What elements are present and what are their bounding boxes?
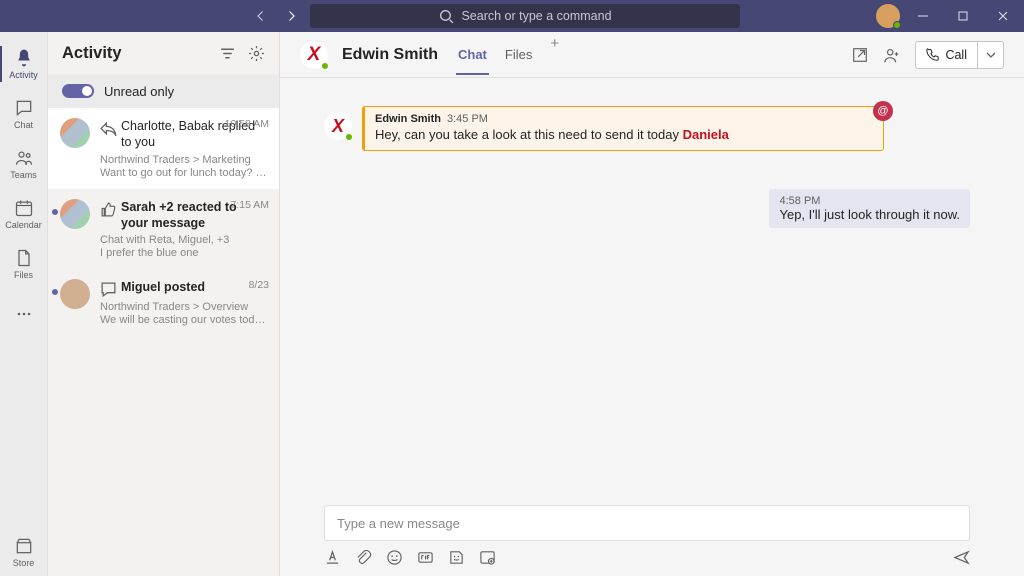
- contact-initial: X: [308, 44, 321, 66]
- tab-files[interactable]: Files: [505, 35, 532, 74]
- incoming-message[interactable]: X @ Edwin Smith3:45 PM Hey, can you take…: [324, 106, 884, 151]
- add-tab-button[interactable]: +: [550, 35, 559, 74]
- rail-label: Calendar: [5, 220, 42, 230]
- more-apps-icon[interactable]: [479, 549, 496, 566]
- title-bar: Search or type a command: [0, 0, 1024, 32]
- more-icon: [14, 304, 34, 324]
- reply-icon: [100, 120, 117, 137]
- calendar-icon: [14, 198, 34, 218]
- activity-avatar: [60, 199, 90, 229]
- compose-input[interactable]: Type a new message: [324, 505, 970, 541]
- search-placeholder: Search or type a command: [461, 9, 611, 23]
- chat-icon: [14, 98, 34, 118]
- call-button[interactable]: Call: [915, 41, 978, 69]
- call-dropdown[interactable]: [978, 41, 1004, 69]
- message-time: 4:58 PM: [779, 195, 960, 207]
- add-people-icon[interactable]: [883, 46, 901, 64]
- teams-icon: [14, 148, 34, 168]
- rail-label: Chat: [14, 120, 33, 130]
- compose-placeholder: Type a new message: [337, 516, 460, 531]
- popout-icon[interactable]: [851, 46, 869, 64]
- message-text: Yep, I'll just look through it now.: [779, 207, 960, 222]
- post-icon: [100, 281, 117, 298]
- activity-item[interactable]: Charlotte, Babak replied to you Northwin…: [48, 108, 279, 189]
- window-maximize-button[interactable]: [946, 0, 980, 32]
- window-minimize-button[interactable]: [906, 0, 940, 32]
- search-input[interactable]: Search or type a command: [310, 4, 740, 28]
- message-bubble: @ Edwin Smith3:45 PM Hey, can you take a…: [362, 106, 884, 151]
- message-list: X @ Edwin Smith 3:45 PM Hey, can you take…: [280, 78, 1024, 505]
- file-icon: [14, 248, 34, 268]
- chat-header: X Edwin Smith Chat Files + Call: [280, 32, 1024, 78]
- settings-icon[interactable]: [248, 45, 265, 62]
- rail-label: Activity: [9, 70, 38, 80]
- unread-toggle-label: Unread only: [104, 84, 174, 99]
- nav-back-button[interactable]: [250, 5, 272, 27]
- presence-dot: [321, 62, 329, 70]
- send-button[interactable]: [953, 549, 970, 566]
- emoji-icon[interactable]: [386, 549, 403, 566]
- activity-sub: Northwind Traders > Overview: [100, 301, 267, 313]
- activity-time: 7:15 AM: [230, 199, 269, 211]
- unread-indicator: [52, 289, 58, 295]
- tab-chat[interactable]: Chat: [458, 35, 487, 74]
- unread-filter-row: Unread only: [48, 74, 279, 108]
- contact-name: Edwin Smith: [342, 46, 438, 64]
- activity-panel: Activity Unread only Charlotte, Babak re…: [48, 32, 280, 576]
- activity-avatar: [60, 118, 90, 148]
- contact-avatar[interactable]: X: [300, 41, 328, 69]
- chevron-down-icon: [986, 50, 996, 60]
- activity-sub: Chat with Reta, Miguel, +3: [100, 234, 267, 246]
- rail-more[interactable]: [0, 290, 48, 338]
- activity-title: Miguel posted: [121, 279, 205, 295]
- message-author: Edwin Smith: [375, 113, 441, 125]
- store-icon: [14, 536, 34, 556]
- mention-badge-icon: @: [873, 101, 893, 121]
- rail-calendar[interactable]: Calendar: [0, 190, 48, 238]
- outgoing-message[interactable]: 4:58 PM Yep, I'll just look through it n…: [769, 189, 970, 228]
- rail-label: Teams: [10, 170, 37, 180]
- rail-activity[interactable]: Activity: [0, 40, 48, 88]
- current-user-avatar[interactable]: [876, 4, 900, 28]
- nav-forward-button[interactable]: [280, 5, 302, 27]
- call-label: Call: [945, 48, 967, 62]
- rail-files[interactable]: Files: [0, 240, 48, 288]
- format-icon[interactable]: [324, 549, 341, 566]
- presence-dot: [893, 21, 901, 29]
- rail-store[interactable]: Store: [0, 528, 48, 576]
- gif-icon[interactable]: [417, 549, 434, 566]
- activity-preview: I prefer the blue one: [100, 247, 267, 259]
- activity-preview: We will be casting our votes today, ever…: [100, 314, 267, 326]
- unread-indicator: [52, 209, 58, 215]
- unread-toggle[interactable]: [62, 84, 94, 98]
- chat-main: X Edwin Smith Chat Files + Call: [280, 32, 1024, 576]
- search-icon: [438, 8, 455, 25]
- filter-icon[interactable]: [219, 45, 236, 62]
- activity-time: 10:58 AM: [225, 118, 269, 130]
- message-time: 3:45 PM: [447, 113, 488, 125]
- composer: Type a new message: [280, 505, 1024, 576]
- activity-sub: Northwind Traders > Marketing: [100, 154, 267, 166]
- app-rail: Activity Chat Teams Calendar Files Store: [0, 32, 48, 576]
- rail-chat[interactable]: Chat: [0, 90, 48, 138]
- activity-time: 8/23: [249, 279, 269, 291]
- mention[interactable]: Daniela: [683, 127, 729, 142]
- activity-avatar: [60, 279, 90, 309]
- bell-icon: [14, 48, 34, 68]
- rail-teams[interactable]: Teams: [0, 140, 48, 188]
- attach-icon[interactable]: [355, 549, 372, 566]
- sticker-icon[interactable]: [448, 549, 465, 566]
- window-close-button[interactable]: [986, 0, 1020, 32]
- panel-title: Activity: [62, 44, 122, 63]
- presence-dot: [345, 133, 353, 141]
- phone-icon: [926, 48, 939, 61]
- activity-item[interactable]: Miguel posted Northwind Traders > Overvi…: [48, 269, 279, 336]
- message-avatar: X: [324, 112, 352, 140]
- like-icon: [100, 201, 117, 218]
- rail-label: Files: [14, 270, 33, 280]
- message-text: Hey, can you take a look at this need to…: [375, 127, 873, 142]
- rail-label: Store: [13, 558, 35, 568]
- activity-item[interactable]: Sarah +2 reacted to your message Chat wi…: [48, 189, 279, 270]
- activity-preview: Want to go out for lunch today? It's my…: [100, 167, 267, 179]
